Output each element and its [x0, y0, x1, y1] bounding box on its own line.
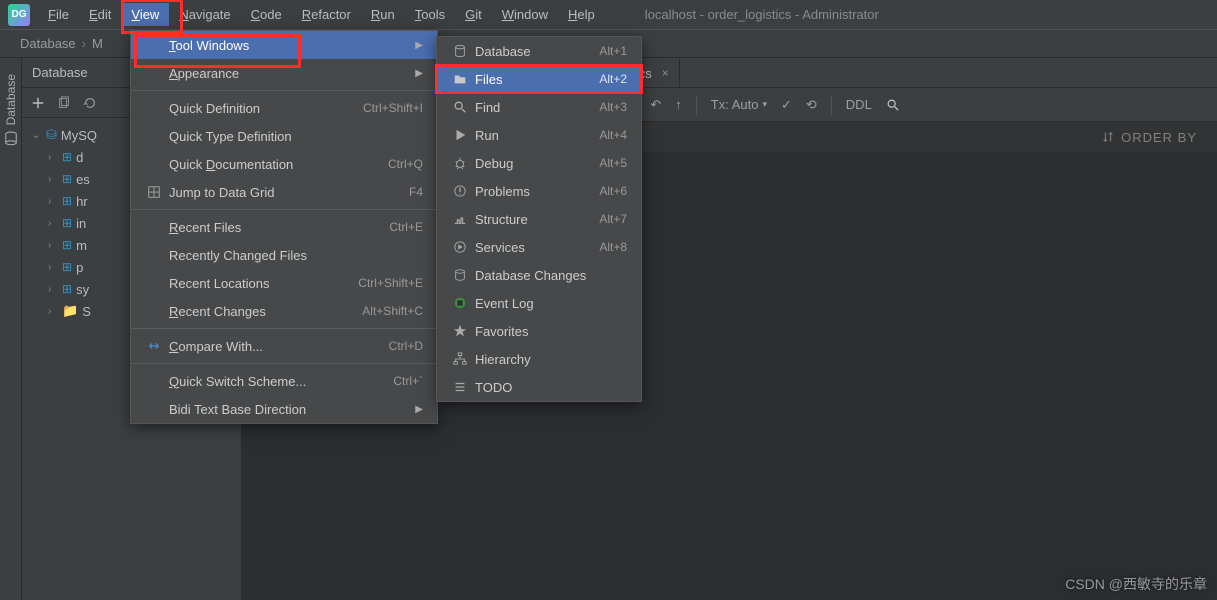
- schema-icon: ⊞: [62, 194, 72, 208]
- bug-icon: [451, 156, 469, 170]
- grid-icon: [145, 185, 163, 199]
- star-icon: [451, 324, 469, 338]
- menubar: DG FileEditViewNavigateCodeRefactorRunTo…: [0, 0, 1217, 30]
- menu-item-run[interactable]: RunAlt+4: [437, 121, 641, 149]
- hier-icon: [451, 352, 469, 366]
- menu-tools[interactable]: Tools: [405, 3, 455, 26]
- schema-icon: ⊞: [62, 282, 72, 296]
- menu-item-bidi-text-base-direction[interactable]: Bidi Text Base Direction▶: [131, 395, 437, 423]
- add-icon[interactable]: [30, 95, 46, 111]
- window-title: localhost - order_logistics - Administra…: [645, 7, 879, 22]
- play-icon: [451, 128, 469, 142]
- menu-item-quick-documentation[interactable]: Quick DocumentationCtrl+Q: [131, 150, 437, 178]
- menu-item-recently-changed-files[interactable]: Recently Changed Files: [131, 241, 437, 269]
- menu-item-recent-locations[interactable]: Recent LocationsCtrl+Shift+E: [131, 269, 437, 297]
- menu-item-recent-changes[interactable]: Recent ChangesAlt+Shift+C: [131, 297, 437, 325]
- menu-navigate[interactable]: Navigate: [169, 3, 240, 26]
- menu-item-files[interactable]: FilesAlt+2: [437, 65, 641, 93]
- chevron-right-icon: ›: [82, 36, 86, 51]
- menu-item-structure[interactable]: StructureAlt+7: [437, 205, 641, 233]
- menu-file[interactable]: File: [38, 3, 79, 26]
- menu-item-quick-definition[interactable]: Quick DefinitionCtrl+Shift+I: [131, 94, 437, 122]
- menu-item-jump-to-data-grid[interactable]: Jump to Data GridF4: [131, 178, 437, 206]
- menu-item-problems[interactable]: ProblemsAlt+6: [437, 177, 641, 205]
- serv-icon: [451, 240, 469, 254]
- breadcrumb-root[interactable]: Database: [20, 36, 76, 51]
- schema-icon: ⊞: [62, 260, 72, 274]
- menu-item-event-log[interactable]: Event Log: [437, 289, 641, 317]
- schema-icon: ⊞: [62, 238, 72, 252]
- commit-icon[interactable]: ↑: [675, 97, 682, 112]
- chevron-right-icon: ▶: [415, 68, 423, 79]
- log-icon: [451, 296, 469, 310]
- menu-code[interactable]: Code: [241, 3, 292, 26]
- struct-icon: [451, 212, 469, 226]
- folder-icon: 📁: [62, 303, 78, 319]
- schema-icon: ⊞: [62, 172, 72, 186]
- tool-window-tab-database[interactable]: Database: [4, 74, 18, 145]
- menu-item-debug[interactable]: DebugAlt+5: [437, 149, 641, 177]
- menu-item-quick-type-definition[interactable]: Quick Type Definition: [131, 122, 437, 150]
- sidebar-rail: Database: [0, 58, 22, 600]
- menu-view[interactable]: View: [121, 3, 169, 26]
- dbch-icon: [451, 268, 469, 282]
- menu-item-tool-windows[interactable]: Tool Windows▶: [131, 31, 437, 59]
- database-icon: [4, 131, 18, 145]
- chevron-right-icon: ▶: [415, 404, 423, 415]
- menu-item-appearance[interactable]: Appearance▶: [131, 59, 437, 87]
- menu-item-services[interactable]: ServicesAlt+8: [437, 233, 641, 261]
- folder-icon: [451, 72, 469, 86]
- tool-windows-submenu: DatabaseAlt+1FilesAlt+2FindAlt+3RunAlt+4…: [436, 36, 642, 402]
- order-by-label[interactable]: ORDER BY: [1101, 130, 1197, 145]
- refresh-icon[interactable]: [82, 95, 98, 111]
- revert-icon[interactable]: ↶: [650, 97, 661, 113]
- chevron-down-icon: ▾: [762, 99, 767, 110]
- menu-item-compare-with-[interactable]: Compare With...Ctrl+D: [131, 332, 437, 360]
- view-menu-dropdown: Tool Windows▶Appearance▶ Quick Definition…: [130, 30, 438, 424]
- menu-edit[interactable]: Edit: [79, 3, 121, 26]
- menu-git[interactable]: Git: [455, 3, 492, 26]
- menu-refactor[interactable]: Refactor: [292, 3, 361, 26]
- menu-help[interactable]: Help: [558, 3, 605, 26]
- db-icon: [451, 44, 469, 58]
- menu-item-favorites[interactable]: Favorites: [437, 317, 641, 345]
- ddl-button[interactable]: DDL: [846, 97, 872, 112]
- menu-item-database[interactable]: DatabaseAlt+1: [437, 37, 641, 65]
- warn-icon: [451, 184, 469, 198]
- search-icon: [451, 100, 469, 114]
- menu-run[interactable]: Run: [361, 3, 405, 26]
- tx-mode-dropdown[interactable]: Tx: Auto▾: [711, 97, 767, 112]
- app-logo: DG: [8, 4, 30, 26]
- menu-item-todo[interactable]: TODO: [437, 373, 641, 401]
- compare-icon: [145, 339, 163, 353]
- breadcrumb-item[interactable]: M: [92, 36, 103, 51]
- menu-item-quick-switch-scheme-[interactable]: Quick Switch Scheme...Ctrl+`: [131, 367, 437, 395]
- menu-item-hierarchy[interactable]: Hierarchy: [437, 345, 641, 373]
- menu-item-database-changes[interactable]: Database Changes: [437, 261, 641, 289]
- menu-item-find[interactable]: FindAlt+3: [437, 93, 641, 121]
- menu-window[interactable]: Window: [492, 3, 558, 26]
- schema-icon: ⊞: [62, 150, 72, 164]
- search-icon[interactable]: [886, 98, 900, 112]
- datasource-icon: ⛁: [46, 127, 57, 143]
- copy-icon[interactable]: [56, 95, 72, 111]
- close-icon[interactable]: ×: [662, 66, 669, 80]
- watermark: CSDN @西敏寺的乐章: [1065, 574, 1207, 594]
- menu-item-recent-files[interactable]: Recent FilesCtrl+E: [131, 213, 437, 241]
- sort-icon: [1101, 130, 1115, 144]
- rollback-icon[interactable]: ⟲: [806, 97, 817, 113]
- accept-icon[interactable]: ✓: [781, 97, 792, 113]
- todo-icon: [451, 380, 469, 394]
- schema-icon: ⊞: [62, 216, 72, 230]
- chevron-right-icon: ▶: [415, 40, 423, 51]
